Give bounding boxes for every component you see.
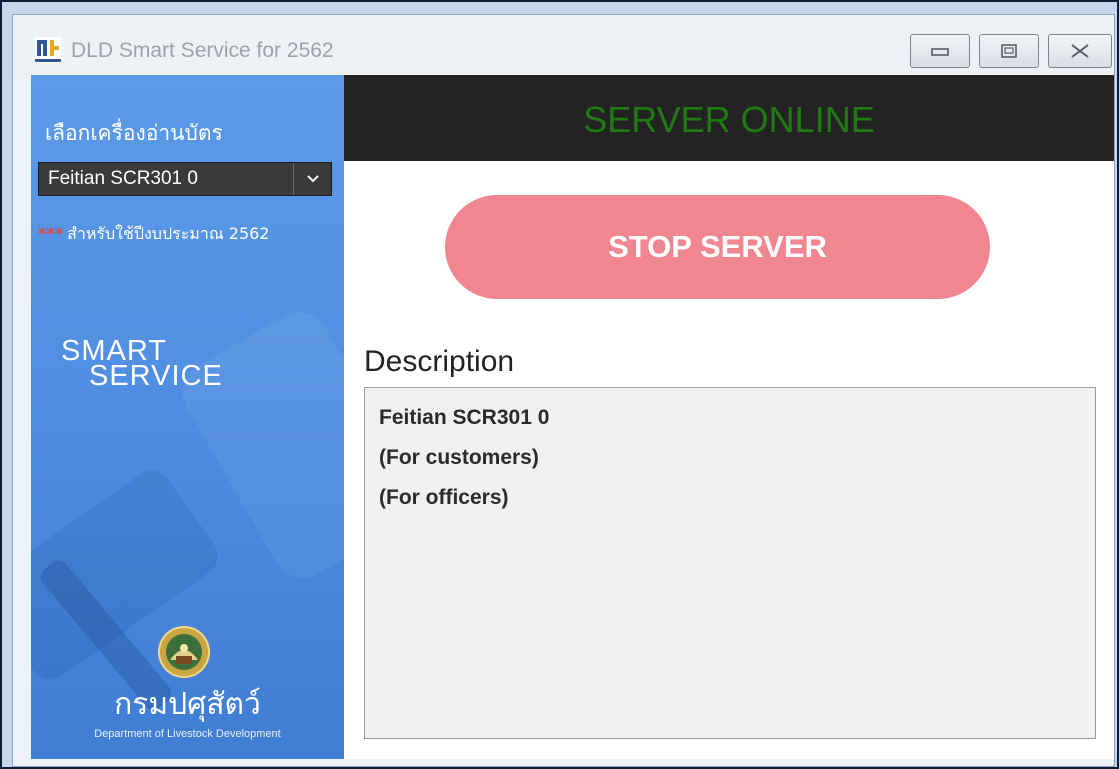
note-asterisks: *** — [38, 224, 64, 243]
smart-service-logo: SMART SERVICE — [61, 337, 223, 391]
restore-icon — [1001, 44, 1017, 58]
department-name-thai: กรมปศุสัตว์ — [114, 687, 261, 722]
minimize-button[interactable] — [910, 34, 970, 68]
card-reader-dropdown[interactable]: Feitian SCR301 0 — [38, 162, 332, 196]
description-line: (For customers) — [379, 446, 539, 469]
stop-server-button[interactable]: STOP SERVER — [445, 195, 990, 299]
server-status-bar: SERVER ONLINE — [344, 75, 1114, 161]
logo-line-service: SERVICE — [89, 360, 223, 392]
app-icon — [35, 37, 61, 63]
close-icon — [1071, 44, 1089, 58]
minimize-icon — [931, 48, 949, 56]
budget-year-note: *** สำหรับใช้ปีงบประมาณ 2562 — [38, 222, 269, 247]
maximize-button[interactable] — [979, 34, 1039, 68]
card-reader-label: เลือกเครื่องอ่านบัตร — [45, 121, 223, 145]
description-textbox[interactable]: Feitian SCR301 0 (For customers) (For of… — [364, 387, 1096, 739]
server-status-text: SERVER ONLINE — [583, 99, 875, 140]
dropdown-toggle[interactable] — [293, 163, 331, 195]
description-line: (For officers) — [379, 486, 509, 509]
card-reader-selected-value: Feitian SCR301 0 — [48, 168, 198, 189]
department-name-english: Department of Livestock Development — [94, 728, 281, 740]
sidebar: เลือกเครื่องอ่านบัตร Feitian SCR301 0 **… — [31, 75, 344, 759]
description-title: Description — [364, 345, 515, 378]
close-button[interactable] — [1048, 34, 1112, 68]
stop-server-label: STOP SERVER — [608, 229, 827, 264]
dld-emblem-icon — [158, 626, 210, 678]
title-bar[interactable]: DLD Smart Service for 2562 — [13, 15, 1114, 75]
app-window: DLD Smart Service for 2562 เลือกเครื่องอ… — [12, 14, 1115, 767]
window-title: DLD Smart Service for 2562 — [71, 39, 334, 62]
budget-year-text: สำหรับใช้ปีงบประมาณ 2562 — [67, 224, 270, 243]
chevron-down-icon — [306, 175, 319, 183]
main-panel: SERVER ONLINE STOP SERVER Description Fe… — [344, 75, 1114, 759]
description-line: Feitian SCR301 0 — [379, 406, 550, 429]
